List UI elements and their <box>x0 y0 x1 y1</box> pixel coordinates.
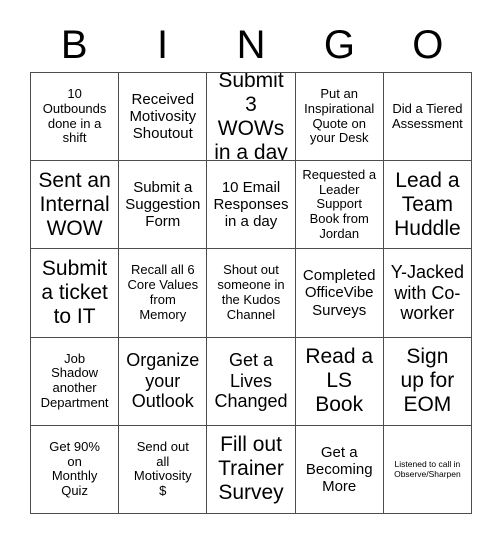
bingo-cell[interactable]: Listened to call in Observe/Sharpen <box>383 425 472 514</box>
bingo-cell[interactable]: Get 90% on Monthly Quiz <box>31 425 120 514</box>
bingo-cell-text: Requested a Leader Support Book from Jor… <box>302 166 377 241</box>
bingo-cell-text: 10 Outbounds done in a shift <box>42 85 107 146</box>
bingo-cell[interactable]: Put an Inspirational Quote on your Desk <box>295 73 384 162</box>
bingo-header: B I N G O <box>30 18 472 72</box>
bingo-cell-text: Received Motivosity Shoutout <box>129 90 197 143</box>
bingo-cell[interactable]: Send out all Motivosity $ <box>119 425 208 514</box>
bingo-cell[interactable]: Get a Lives Changed <box>207 337 296 426</box>
bingo-cell[interactable]: Sent an Internal WOW <box>31 161 120 250</box>
bingo-cell-text: Submit a Suggestion Form <box>125 179 201 231</box>
bingo-cell-text: Sign up for EOM <box>400 345 455 417</box>
bingo-cell[interactable]: Received Motivosity Shoutout <box>119 73 208 162</box>
bingo-cell[interactable]: Lead a Team Huddle <box>383 161 472 250</box>
bingo-cell-text: Completed OfficeVibe Surveys <box>302 267 376 319</box>
bingo-cell[interactable]: Shout out someone in the Kudos Channel <box>207 249 296 338</box>
bingo-cell-text: Send out all Motivosity $ <box>133 438 192 499</box>
bingo-cell[interactable]: Fill out Trainer Survey <box>207 425 296 514</box>
bingo-cell-text: Lead a Team Huddle <box>394 168 461 240</box>
bingo-cell-text: Fill out Trainer Survey <box>218 433 284 505</box>
bingo-cell[interactable]: Y-Jacked with Co- worker <box>383 249 472 338</box>
bingo-cell-text: Put an Inspirational Quote on your Desk <box>304 85 375 146</box>
bingo-cell-text: Organize your Outlook <box>126 350 200 412</box>
bingo-cell-text: Listened to call in Observe/Sharpen <box>394 458 461 480</box>
bingo-cell[interactable]: Submit a ticket to IT <box>31 249 120 338</box>
bingo-cell-text: Sent an Internal WOW <box>38 168 111 240</box>
bingo-cell[interactable]: Recall all 6 Core Values from Memory <box>119 249 208 338</box>
bingo-cell[interactable]: Submit a Suggestion Form <box>119 161 208 250</box>
bingo-card: B I N G O 10 Outbounds done in a shift R… <box>0 0 500 544</box>
bingo-cell-text: Y-Jacked with Co- worker <box>390 262 465 324</box>
bingo-cell-text: Submit 3 WOWs in a day <box>214 73 288 162</box>
bingo-cell[interactable]: Did a Tiered Assessment <box>383 73 472 162</box>
bingo-grid: 10 Outbounds done in a shift Received Mo… <box>30 72 472 514</box>
bingo-cell[interactable]: Sign up for EOM <box>383 337 472 426</box>
bingo-cell-text: Submit a ticket to IT <box>41 257 108 328</box>
bingo-cell-text: Recall all 6 Core Values from Memory <box>127 262 199 322</box>
header-letter-i: I <box>157 23 169 67</box>
bingo-cell[interactable]: Read a LS Book <box>295 337 384 426</box>
bingo-cell[interactable]: Requested a Leader Support Book from Jor… <box>295 161 384 250</box>
bingo-cell-text: Get a Lives Changed <box>214 350 288 412</box>
bingo-cell[interactable]: Completed OfficeVibe Surveys <box>295 249 384 338</box>
bingo-cell[interactable]: Job Shadow another Department <box>31 337 120 426</box>
bingo-cell[interactable]: Organize your Outlook <box>119 337 208 426</box>
bingo-cell-text: Get 90% on Monthly Quiz <box>49 438 100 499</box>
bingo-cell-text: Get a Becoming More <box>305 443 373 495</box>
bingo-cell[interactable]: Get a Becoming More <box>295 425 384 514</box>
bingo-cell-text: 10 Email Responses in a day <box>213 179 289 231</box>
header-letter-o: O <box>412 23 444 67</box>
header-letter-b: B <box>60 23 88 67</box>
bingo-cell[interactable]: 10 Outbounds done in a shift <box>31 73 120 162</box>
bingo-cell-text: Read a LS Book <box>305 345 374 417</box>
header-letter-g: G <box>323 23 355 67</box>
header-letter-n: N <box>236 23 266 67</box>
bingo-cell-text: Job Shadow another Department <box>40 350 109 410</box>
bingo-cell-text: Did a Tiered Assessment <box>391 100 463 131</box>
bingo-cell-text: Shout out someone in the Kudos Channel <box>217 262 285 322</box>
bingo-cell[interactable]: 10 Email Responses in a day <box>207 161 296 250</box>
bingo-cell[interactable]: Submit 3 WOWs in a day <box>207 73 296 162</box>
